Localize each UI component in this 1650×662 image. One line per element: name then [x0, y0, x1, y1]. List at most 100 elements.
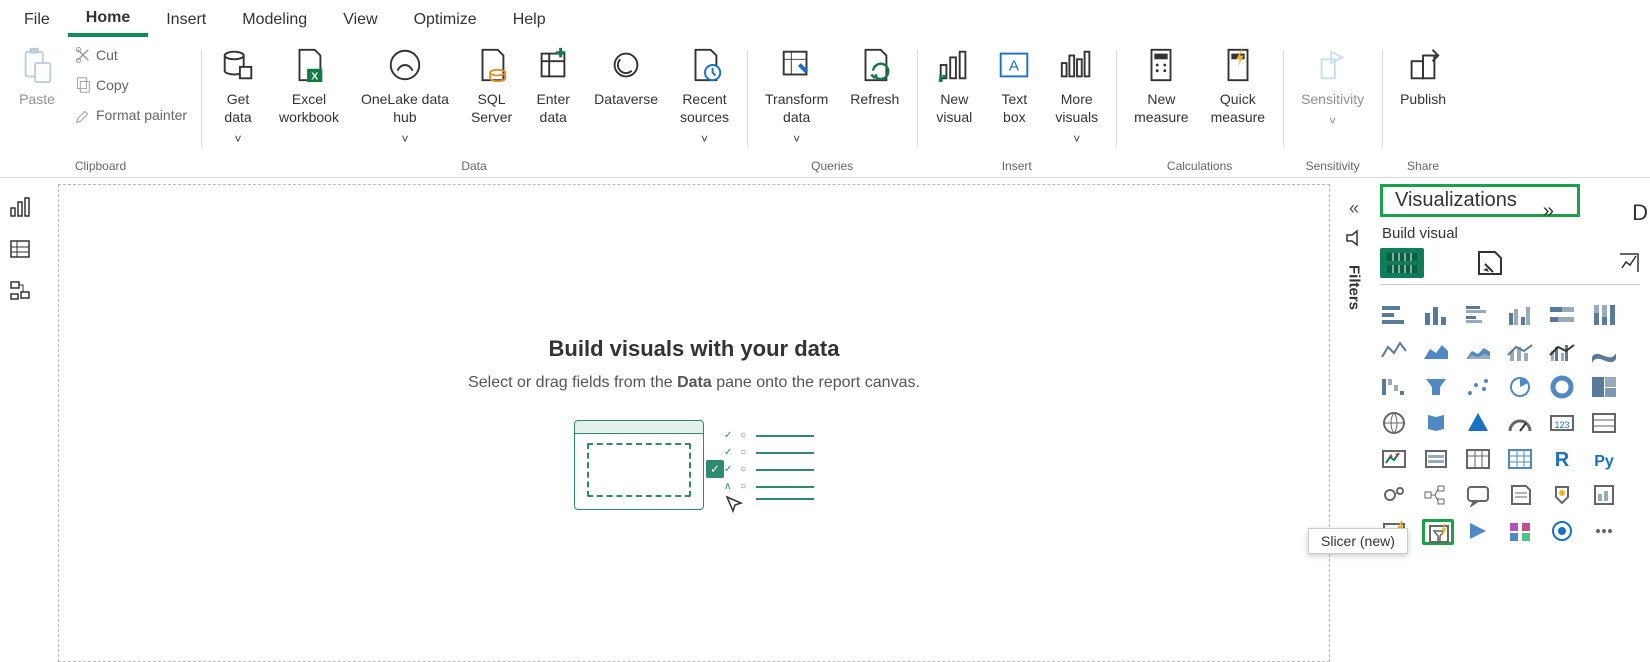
- slicer-new-tooltip: Slicer (new): [1308, 528, 1408, 554]
- enter-data-button[interactable]: Enter data: [526, 40, 580, 128]
- get-more-visuals-icon[interactable]: [1590, 519, 1622, 545]
- map-icon[interactable]: [1380, 411, 1412, 437]
- python-visual-icon[interactable]: Py: [1590, 447, 1622, 473]
- sql-icon: [473, 46, 511, 84]
- hundred-stacked-bar-icon[interactable]: [1548, 303, 1580, 329]
- slicer-icon[interactable]: [1422, 447, 1454, 473]
- collapse-left-icon: «: [1349, 198, 1359, 219]
- stacked-area-chart-icon[interactable]: [1464, 339, 1496, 365]
- qa-visual-icon[interactable]: [1464, 483, 1496, 509]
- scatter-chart-icon[interactable]: [1464, 375, 1496, 401]
- text-box-button[interactable]: A Text box: [987, 40, 1041, 128]
- funnel-chart-icon[interactable]: [1422, 375, 1454, 401]
- filters-pane-collapsed[interactable]: « Filters: [1338, 178, 1370, 662]
- waterfall-chart-icon[interactable]: [1380, 375, 1412, 401]
- pie-chart-icon[interactable]: [1506, 375, 1538, 401]
- matrix-icon[interactable]: [1506, 447, 1538, 473]
- treemap-icon[interactable]: [1590, 375, 1622, 401]
- paste-icon: [18, 46, 56, 84]
- stacked-column-chart-icon[interactable]: [1422, 303, 1454, 329]
- calculator-icon: [1142, 46, 1180, 84]
- stacked-bar-chart-icon[interactable]: [1380, 303, 1412, 329]
- multi-row-card-icon[interactable]: [1590, 411, 1622, 437]
- database-icon: [219, 46, 257, 84]
- tab-modeling[interactable]: Modeling: [224, 3, 325, 35]
- tab-file[interactable]: File: [6, 3, 68, 35]
- group-label-queries: Queries: [811, 159, 853, 173]
- card-icon[interactable]: 123: [1548, 411, 1580, 437]
- key-influencers-icon[interactable]: [1380, 483, 1412, 509]
- cut-button[interactable]: Cut: [70, 44, 191, 66]
- azure-map-icon[interactable]: [1464, 411, 1496, 437]
- hundred-stacked-column-icon[interactable]: [1590, 303, 1622, 329]
- sensitivity-button[interactable]: Sensitivity: [1293, 40, 1372, 132]
- publish-button[interactable]: Publish: [1392, 40, 1454, 110]
- group-label-share: Share: [1407, 159, 1439, 173]
- model-view-icon[interactable]: [9, 280, 31, 302]
- build-visual-tab[interactable]: [1380, 248, 1424, 278]
- refresh-button[interactable]: Refresh: [842, 40, 907, 110]
- r-visual-icon[interactable]: R: [1548, 447, 1580, 473]
- onelake-hub-button[interactable]: OneLake data hub: [353, 40, 457, 150]
- onelake-label: OneLake data hub: [361, 90, 449, 126]
- report-canvas[interactable]: Build visuals with your data Select or d…: [58, 184, 1330, 662]
- excel-workbook-button[interactable]: X Excel workbook: [271, 40, 347, 128]
- canvas-subtitle: Select or drag fields from the Data pane…: [468, 374, 920, 392]
- group-queries: Transform data Refresh Queries: [747, 38, 917, 177]
- recent-sources-button[interactable]: Recent sources: [672, 40, 737, 150]
- more-visuals-label: More visuals: [1055, 90, 1098, 126]
- sql-server-button[interactable]: SQL Server: [463, 40, 520, 128]
- power-automate-icon[interactable]: [1464, 519, 1496, 545]
- tab-optimize[interactable]: Optimize: [396, 3, 495, 35]
- clustered-bar-chart-icon[interactable]: [1464, 303, 1496, 329]
- tab-home[interactable]: Home: [68, 1, 148, 37]
- text-box-label: Text box: [1001, 90, 1027, 126]
- decomposition-tree-icon[interactable]: [1422, 483, 1454, 509]
- table-view-icon[interactable]: [9, 238, 31, 260]
- paginated-report-icon[interactable]: [1590, 483, 1622, 509]
- ribbon-chart-icon[interactable]: [1590, 339, 1622, 365]
- new-measure-label: New measure: [1134, 90, 1188, 126]
- gauge-icon[interactable]: [1506, 411, 1538, 437]
- smart-narrative-icon[interactable]: [1506, 483, 1538, 509]
- donut-chart-icon[interactable]: [1548, 375, 1580, 401]
- tab-help[interactable]: Help: [495, 3, 564, 35]
- table-visual-icon[interactable]: [1464, 447, 1496, 473]
- group-label-sens: Sensitivity: [1306, 159, 1360, 173]
- svg-text:A: A: [1009, 58, 1020, 75]
- data-pane-label[interactable]: D: [1632, 200, 1648, 226]
- line-chart-icon[interactable]: [1380, 339, 1412, 365]
- refresh-label: Refresh: [850, 90, 899, 108]
- goals-icon[interactable]: [1548, 483, 1580, 509]
- scissors-icon: [74, 46, 92, 64]
- slicer-new-icon[interactable]: [1422, 519, 1454, 545]
- tab-insert[interactable]: Insert: [148, 3, 224, 35]
- new-visual-button[interactable]: New visual: [927, 40, 981, 128]
- transform-label: Transform data: [765, 90, 828, 126]
- arcgis-icon[interactable]: [1548, 519, 1580, 545]
- get-data-button[interactable]: Get data: [211, 40, 265, 150]
- tab-view[interactable]: View: [325, 3, 395, 35]
- app-source-icon[interactable]: [1506, 519, 1538, 545]
- quick-measure-button[interactable]: Quick measure: [1203, 40, 1273, 128]
- copy-button[interactable]: Copy: [70, 74, 191, 96]
- report-view-icon[interactable]: [9, 196, 31, 218]
- expand-data-pane-icon[interactable]: »: [1543, 200, 1554, 223]
- new-measure-button[interactable]: New measure: [1126, 40, 1196, 128]
- filled-map-icon[interactable]: [1422, 411, 1454, 437]
- cursor-icon: [724, 494, 746, 516]
- transform-data-button[interactable]: Transform data: [757, 40, 836, 150]
- analytics-tab-icon[interactable]: [1618, 252, 1640, 274]
- new-visual-label: New visual: [936, 90, 972, 126]
- line-clustered-column-icon[interactable]: [1548, 339, 1580, 365]
- line-stacked-column-icon[interactable]: [1506, 339, 1538, 365]
- sql-label: SQL Server: [471, 90, 512, 126]
- area-chart-icon[interactable]: [1422, 339, 1454, 365]
- dataverse-button[interactable]: Dataverse: [586, 40, 666, 110]
- format-visual-tab[interactable]: [1468, 248, 1512, 278]
- paste-button[interactable]: Paste: [10, 40, 64, 110]
- kpi-icon[interactable]: ▲▼: [1380, 447, 1412, 473]
- clustered-column-chart-icon[interactable]: [1506, 303, 1538, 329]
- format-painter-button[interactable]: Format painter: [70, 104, 191, 126]
- more-visuals-button[interactable]: More visuals: [1047, 40, 1106, 150]
